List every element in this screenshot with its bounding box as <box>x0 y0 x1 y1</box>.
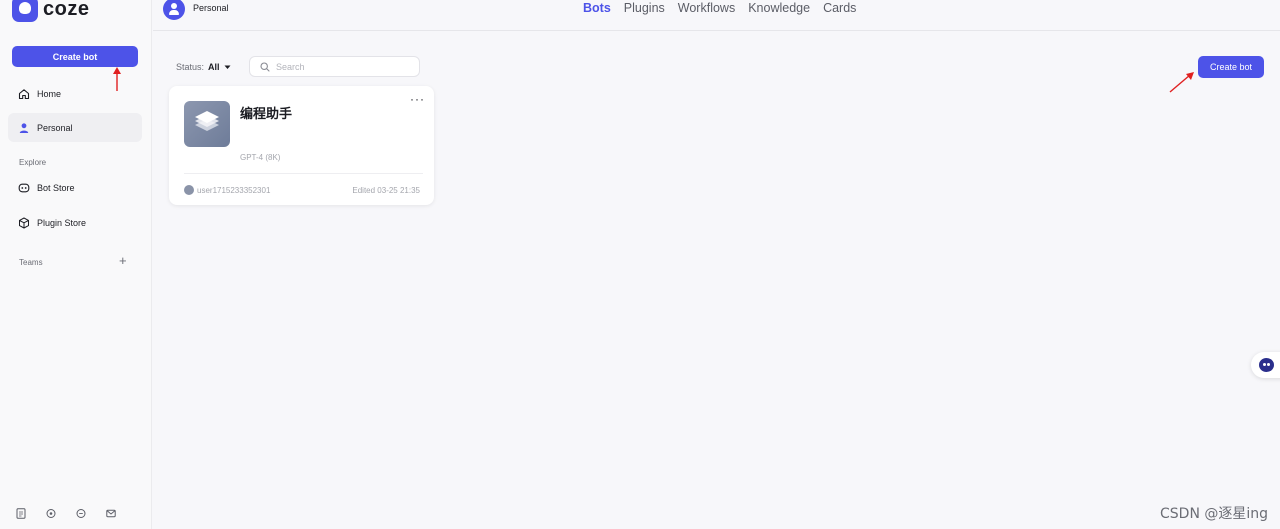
assistant-bot-icon <box>1259 358 1274 372</box>
creator-avatar <box>184 185 194 195</box>
sidebar-item-personal[interactable]: Personal <box>8 113 142 142</box>
bot-avatar <box>184 101 230 147</box>
mail-icon[interactable] <box>106 506 116 518</box>
status-filter-label: Status: <box>176 62 205 72</box>
explore-section-label: Explore <box>19 158 47 167</box>
sidebar-item-plugin-store[interactable]: Plugin Store <box>8 208 142 237</box>
layers-icon <box>195 111 219 131</box>
search-input[interactable] <box>276 61 416 72</box>
bot-name: 编程助手 <box>240 106 293 121</box>
search-box[interactable] <box>249 56 420 77</box>
bot-icon <box>18 183 30 192</box>
bot-edited-time: Edited 03-25 21:35 <box>352 186 420 195</box>
search-icon <box>260 61 270 72</box>
sidebar-item-label: Home <box>37 88 62 99</box>
tab-cards[interactable]: Cards <box>823 1 856 15</box>
add-team-icon[interactable]: + <box>119 254 127 267</box>
sidebar-item-label: Bot Store <box>37 182 75 193</box>
tab-knowledge[interactable]: Knowledge <box>748 1 810 15</box>
home-icon <box>18 88 30 99</box>
create-bot-button[interactable]: Create bot <box>1198 56 1264 78</box>
bot-card[interactable]: 编程助手 ··· GPT-4 (8K) user1715233352301 Ed… <box>169 86 434 205</box>
assistant-float-button[interactable] <box>1251 352 1280 378</box>
coze-logo[interactable]: coze <box>12 0 89 22</box>
bot-model: GPT-4 (8K) <box>240 153 281 162</box>
sidebar-create-bot-button[interactable]: Create bot <box>12 46 138 67</box>
status-filter-value: All <box>208 62 220 72</box>
sidebar-item-label: Personal <box>37 122 73 133</box>
annotation-arrow-diagonal-icon <box>1169 72 1194 93</box>
coze-logo-icon <box>12 0 38 22</box>
annotation-arrow-up-icon <box>113 67 121 91</box>
chat-icon[interactable] <box>76 506 86 518</box>
workspace-avatar[interactable] <box>163 0 185 20</box>
help-icon[interactable] <box>46 506 56 518</box>
app-name: coze <box>43 0 90 20</box>
watermark: CSDN @逐星ing <box>1160 506 1269 522</box>
workspace-tabs: Bots Plugins Workflows Knowledge Cards <box>583 1 856 15</box>
caret-down-icon <box>224 65 231 69</box>
sidebar-item-label: Plugin Store <box>37 217 87 228</box>
sidebar: coze Create bot Home Personal Explore Bo… <box>0 0 152 529</box>
doc-icon[interactable] <box>16 506 26 519</box>
tab-plugins[interactable]: Plugins <box>624 1 665 15</box>
teams-section-label: Teams <box>19 258 43 267</box>
workspace-name[interactable]: Personal <box>193 3 229 13</box>
user-icon <box>19 122 29 133</box>
more-options-icon[interactable]: ··· <box>410 92 425 106</box>
top-header: Personal Bots Plugins Workflows Knowledg… <box>153 0 1280 31</box>
sidebar-item-bot-store[interactable]: Bot Store <box>8 173 142 202</box>
tab-workflows[interactable]: Workflows <box>678 1 735 15</box>
cube-icon <box>19 217 29 228</box>
tab-bots[interactable]: Bots <box>583 1 611 15</box>
card-divider <box>184 173 423 174</box>
sidebar-footer <box>16 506 116 519</box>
bot-creator: user1715233352301 <box>197 186 271 195</box>
status-filter[interactable]: Status: All <box>176 62 231 72</box>
